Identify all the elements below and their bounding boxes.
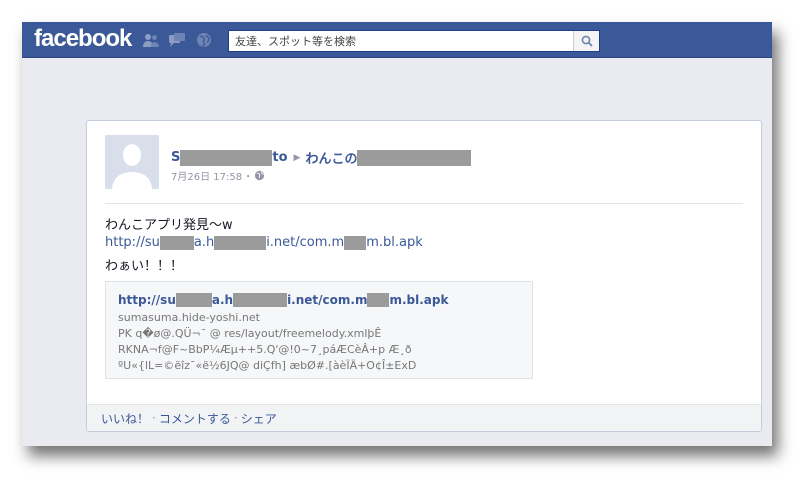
link-part: i.net/com.m bbox=[287, 293, 368, 307]
notifications-globe-icon[interactable] bbox=[195, 32, 213, 48]
target-name-start[interactable]: わんこの bbox=[305, 148, 357, 167]
default-profile-icon bbox=[105, 135, 159, 189]
redaction-block bbox=[159, 235, 194, 250]
arrow-right-icon: ▶ bbox=[293, 152, 301, 163]
action-separator: · bbox=[233, 411, 238, 425]
avatar[interactable] bbox=[105, 135, 159, 189]
attachment-text-line: PK q�ø@.QÜ¬¯ @ res/layout/freemelody.xml… bbox=[118, 327, 382, 340]
message-line: わぁい！！！ bbox=[105, 259, 184, 274]
author-name-start[interactable]: S bbox=[171, 150, 180, 165]
post-header: S to ▶ わんこの bbox=[171, 148, 472, 167]
redaction-block bbox=[233, 293, 288, 307]
link-part: i.net/com.m bbox=[266, 235, 345, 250]
header-divider bbox=[105, 203, 743, 204]
search-icon bbox=[581, 35, 593, 47]
search-input[interactable] bbox=[229, 31, 551, 51]
link-attachment[interactable]: http://su a.h i.net/com.m m.bl.apk sumas… bbox=[105, 281, 533, 379]
browser-window: facebook S to ▶ bbox=[22, 22, 772, 446]
link-part: a.h bbox=[193, 235, 215, 250]
attachment-text-line: ºU«{lL=©ëîz¯«ë½6JQ@ diÇfh] æbØ#.[àèÏÄ+O¢… bbox=[118, 359, 417, 372]
link-part: http://su bbox=[105, 235, 160, 250]
attachment-text-line: RKNA¬f@F~BbP¼Æµ++5.Q'@!0~7¸páÆCèÂ+p Æ¸ð bbox=[118, 343, 412, 356]
attachment-title-link[interactable]: http://su a.h i.net/com.m m.bl.apk bbox=[118, 293, 448, 307]
message-line: わんこアプリ発見～w bbox=[105, 218, 233, 233]
messages-icon[interactable] bbox=[168, 32, 186, 48]
comment-link[interactable]: コメントする bbox=[159, 410, 231, 427]
link-part: m.bl.apk bbox=[366, 235, 423, 250]
redaction-block bbox=[367, 293, 390, 307]
privacy-globe-icon[interactable] bbox=[254, 170, 265, 181]
redaction-block bbox=[344, 235, 367, 250]
redaction-block bbox=[180, 149, 273, 166]
post-action-bar: いいね！ · コメントする · シェア bbox=[87, 404, 761, 431]
action-separator: · bbox=[152, 411, 156, 425]
link-part: http://su bbox=[118, 293, 176, 307]
post-timestamp-row: 7月26日 17:58 ・ bbox=[171, 168, 265, 183]
link-part: a.h bbox=[211, 293, 234, 307]
post-card: S to ▶ わんこの 7月26日 17:58 ・ わんこアプリ発見～w htt… bbox=[86, 120, 762, 432]
friends-icon[interactable] bbox=[142, 32, 160, 48]
facebook-logo[interactable]: facebook bbox=[34, 25, 132, 53]
attachment-domain: sumasuma.hide-yoshi.net bbox=[118, 311, 260, 324]
share-link[interactable]: シェア bbox=[241, 410, 277, 427]
facebook-topbar: facebook bbox=[22, 22, 772, 58]
redaction-block bbox=[175, 293, 212, 307]
link-part: m.bl.apk bbox=[389, 293, 449, 307]
timestamp-separator: ・ bbox=[243, 172, 254, 183]
post-timestamp[interactable]: 7月26日 17:58 bbox=[171, 168, 242, 183]
like-link[interactable]: いいね！ bbox=[101, 410, 149, 427]
redaction-block bbox=[357, 149, 472, 166]
author-name-end[interactable]: to bbox=[272, 150, 287, 165]
search-button[interactable] bbox=[573, 31, 599, 51]
redaction-block bbox=[214, 235, 267, 250]
message-link[interactable]: http://su a.h i.net/com.m m.bl.apk bbox=[105, 235, 423, 250]
search-box bbox=[228, 30, 600, 52]
